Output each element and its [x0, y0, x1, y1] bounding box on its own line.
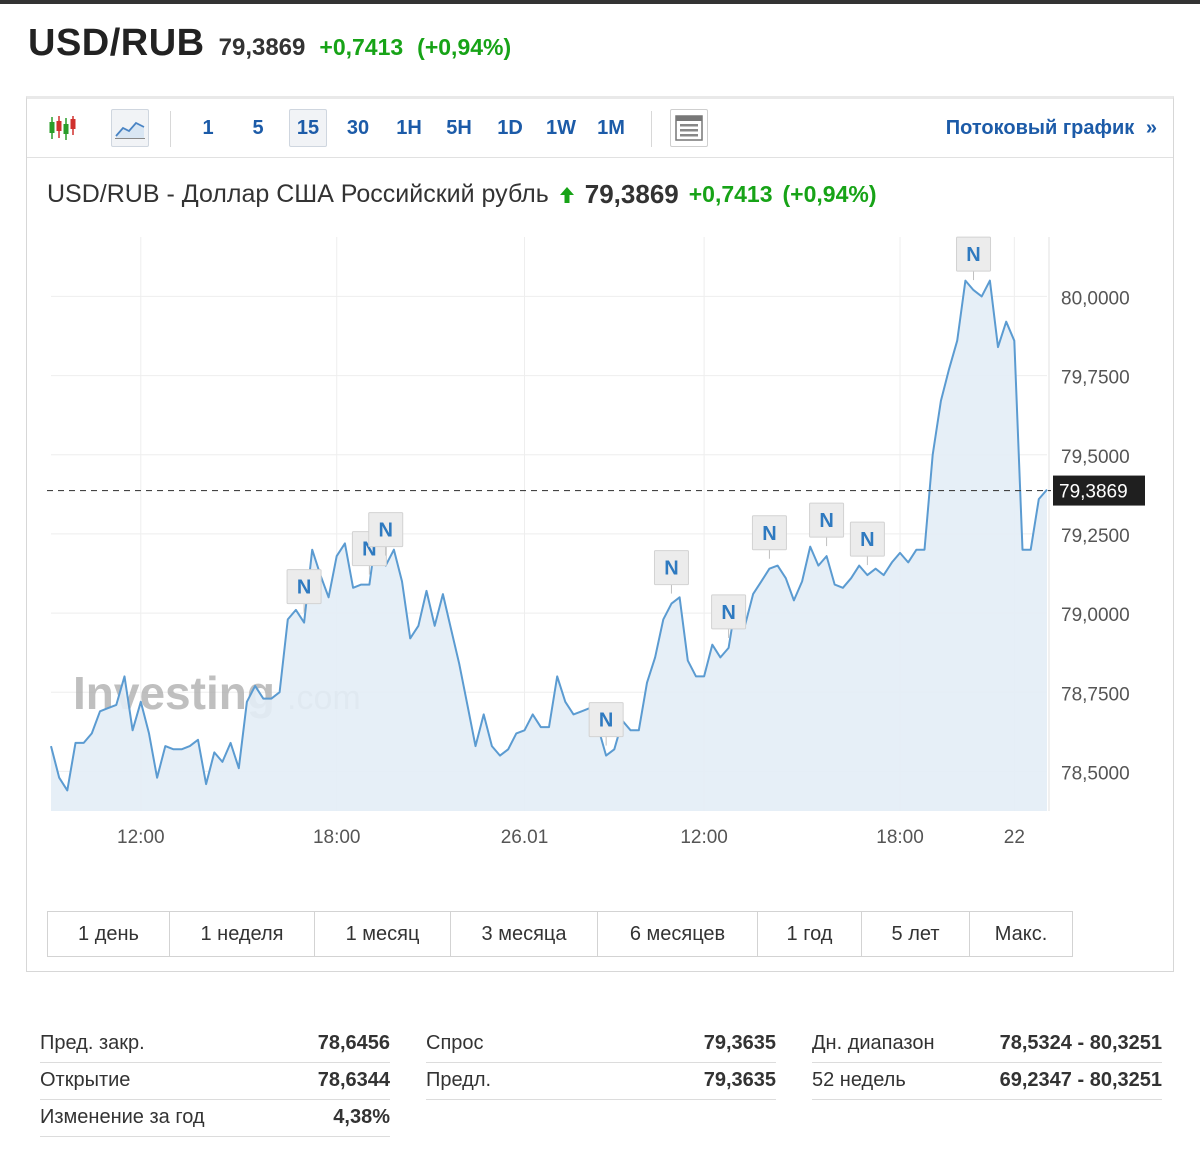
range-button[interactable]: 5 лет — [862, 912, 970, 956]
price-change-percent: (+0,94%) — [417, 34, 512, 60]
stat-value: 69,2347 - 80,3251 — [999, 1069, 1162, 1091]
news-marker-label: N — [297, 577, 311, 599]
range-button[interactable]: 3 месяца — [451, 912, 598, 956]
range-button[interactable]: 1 неделя — [170, 912, 315, 956]
stat-label: Дн. диапазон — [812, 1032, 935, 1054]
x-tick-label: 12:00 — [680, 827, 728, 848]
stat-row: 52 недель 69,2347 - 80,3251 — [812, 1063, 1162, 1100]
chart-panel: 1 5 15 30 1H 5H 1D 1W 1M Потоковый график » USD/… — [26, 96, 1174, 972]
stat-row: Изменение за год 4,38% — [40, 1100, 390, 1137]
news-marker-label: N — [664, 558, 678, 580]
range-button[interactable]: 1 день — [48, 912, 170, 956]
y-tick-label: 79,2500 — [1061, 526, 1130, 547]
stat-value: 78,6456 — [317, 1032, 390, 1054]
x-tick-label: 18:00 — [313, 827, 361, 848]
price-chart[interactable]: 78,5000 78,7500 79,0000 79,2500 79,5000 79,75… — [27, 99, 1173, 899]
news-marker-label: N — [819, 510, 833, 532]
y-tick-label: 79,7500 — [1061, 368, 1130, 389]
stat-label: Пред. закр. — [40, 1032, 145, 1054]
news-marker-label: N — [599, 710, 613, 732]
price-area-fill — [51, 280, 1047, 812]
stat-label: Спрос — [426, 1032, 484, 1054]
x-tick-label: 12:00 — [117, 827, 165, 848]
range-button[interactable]: 6 месяцев — [598, 912, 758, 956]
news-marker-label: N — [378, 520, 392, 542]
stat-row: Предл. 79,3635 — [426, 1063, 776, 1100]
stat-value: 78,5324 - 80,3251 — [999, 1032, 1162, 1054]
stat-row: Пред. закр. 78,6456 — [40, 1026, 390, 1063]
x-tick-label: 18:00 — [876, 827, 924, 848]
stat-row: Открытие 78,6344 — [40, 1063, 390, 1100]
y-tick-label: 78,5000 — [1061, 763, 1130, 784]
last-price: 79,3869 — [218, 34, 306, 61]
price-change: +0,7413 — [319, 34, 404, 60]
news-marker-label: N — [860, 529, 874, 551]
stat-value: 79,3635 — [703, 1032, 776, 1054]
range-button[interactable]: 1 месяц — [315, 912, 451, 956]
range-button[interactable]: 1 год — [758, 912, 862, 956]
y-tick-label: 78,7500 — [1061, 684, 1130, 705]
stat-value: 78,6344 — [317, 1069, 390, 1091]
x-tick-label: 22 — [1004, 827, 1025, 848]
news-marker-label: N — [966, 244, 980, 266]
stats-column-1: Пред. закр. 78,6456 Открытие 78,6344 Изменен… — [40, 1026, 390, 1137]
symbol-title: USD/RUB — [28, 22, 205, 64]
range-button[interactable]: Макс. — [970, 912, 1072, 956]
stat-label: Изменение за год — [40, 1106, 205, 1128]
news-marker-label: N — [762, 523, 776, 545]
stat-label: Открытие — [40, 1069, 131, 1091]
top-border — [0, 0, 1200, 4]
y-tick-label: 79,0000 — [1061, 605, 1130, 626]
stats-column-3: Дн. диапазон 78,5324 - 80,3251 52 недель 69… — [812, 1026, 1162, 1100]
stat-label: 52 недель — [812, 1069, 906, 1091]
stat-value: 79,3635 — [703, 1069, 776, 1091]
stat-label: Предл. — [426, 1069, 492, 1091]
stat-value: 4,38% — [333, 1106, 390, 1128]
news-marker-label: N — [721, 602, 735, 624]
quote-header: USD/RUB 79,3869 +0,7413 (+0,94%) — [28, 22, 511, 65]
stat-row: Спрос 79,3635 — [426, 1026, 776, 1063]
range-selector: 1 день 1 неделя 1 месяц 3 месяца 6 месяцев 1 … — [47, 911, 1073, 957]
y-tick-label: 80,0000 — [1061, 288, 1130, 309]
y-tick-label: 79,5000 — [1061, 447, 1130, 468]
stats-column-2: Спрос 79,3635 Предл. 79,3635 — [426, 1026, 776, 1100]
current-price-label: 79,3869 — [1059, 482, 1128, 503]
stat-row: Дн. диапазон 78,5324 - 80,3251 — [812, 1026, 1162, 1063]
x-tick-label: 26.01 — [501, 827, 549, 848]
